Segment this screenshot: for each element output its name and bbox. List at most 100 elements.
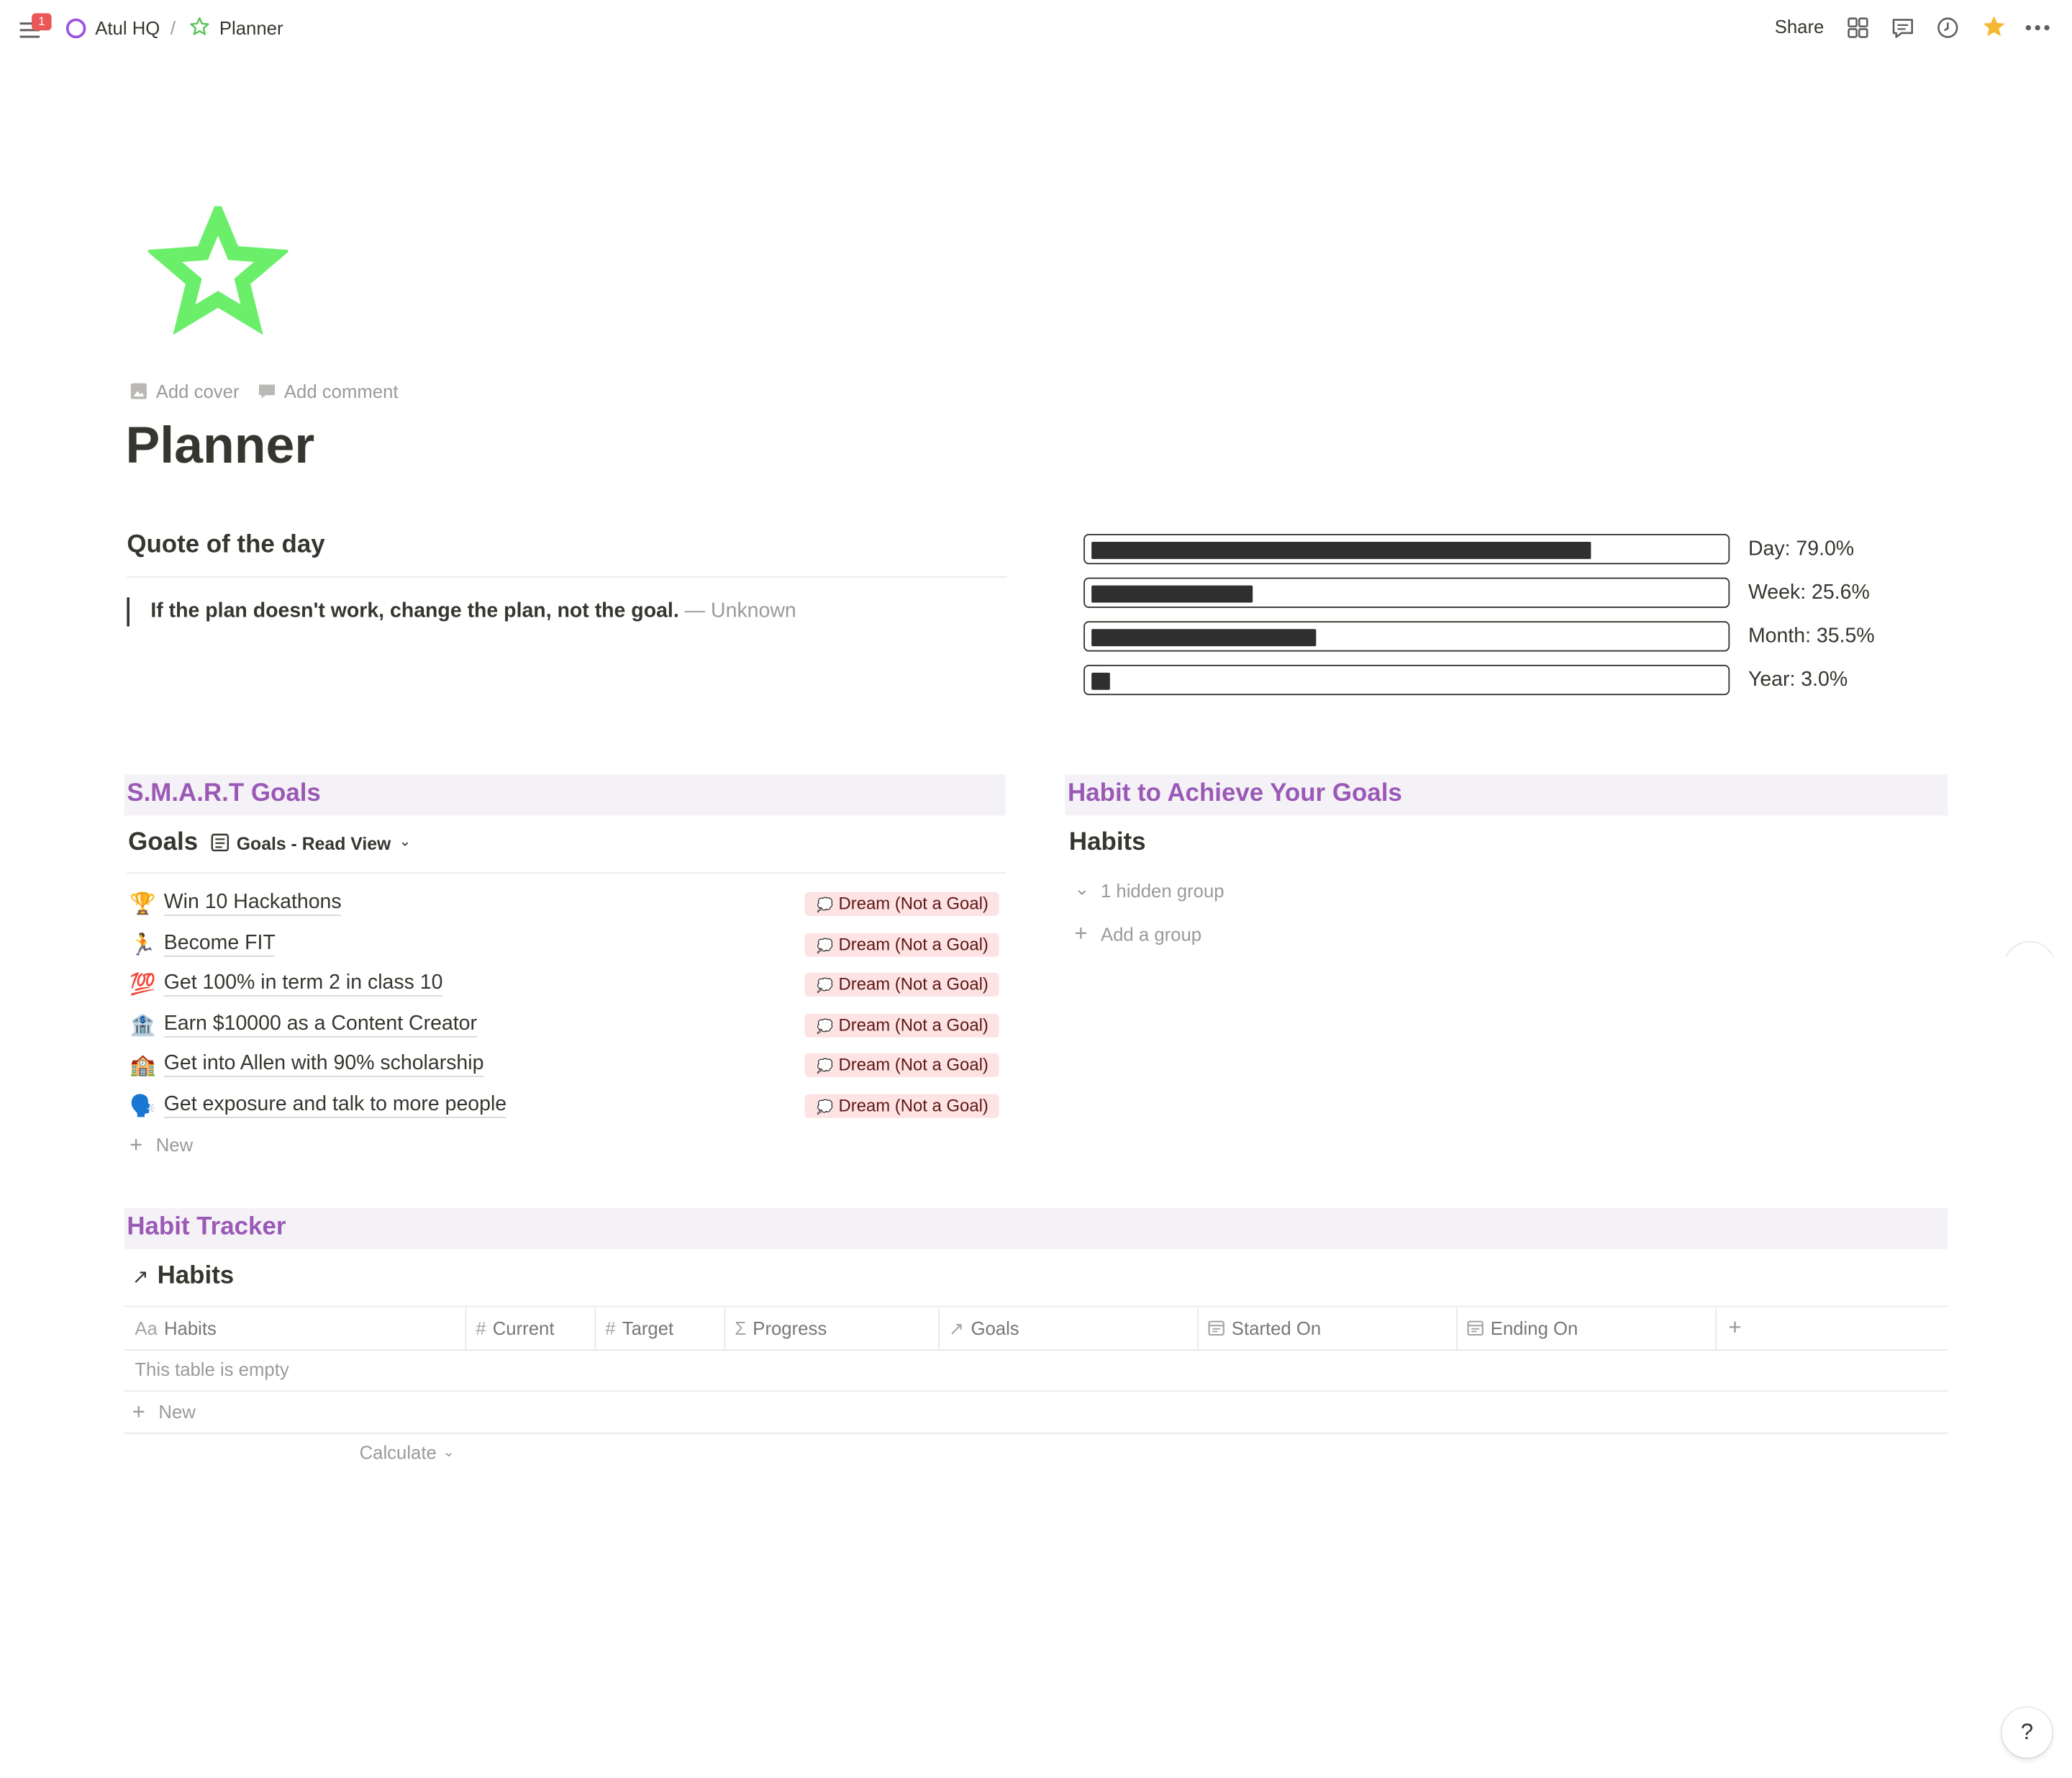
goal-status-tag: 💭 Dream (Not a Goal)	[804, 1012, 999, 1037]
goal-emoji-icon: 🏃	[129, 933, 156, 956]
goals-divider	[127, 872, 1006, 874]
progress-label: Month: 35.5%	[1748, 625, 1875, 648]
plus-icon: +	[129, 1133, 143, 1158]
goal-title[interactable]: Get into Allen with 90% scholarship	[163, 1051, 484, 1077]
share-button[interactable]: Share	[1775, 16, 1825, 37]
goal-emoji-icon: 🏫	[129, 1054, 156, 1077]
column-header-label: Habits	[163, 1317, 217, 1339]
add-column-icon[interactable]: +	[1728, 1315, 1741, 1342]
column-header-label: Progress	[753, 1317, 827, 1339]
view-selector[interactable]: Goals - Read View	[237, 834, 391, 854]
plus-icon: +	[132, 1400, 145, 1425]
goal-row[interactable]: 🏫 Get into Allen with 90% scholarship 💭 Dre…	[127, 1046, 1004, 1085]
page-title[interactable]: Planner	[125, 417, 314, 476]
column-separator[interactable]	[594, 1308, 596, 1350]
progress-bar-fill	[1091, 672, 1110, 690]
progress-label: Year: 3.0%	[1748, 668, 1848, 691]
thought-bubble-icon: 💭	[817, 1020, 834, 1035]
goal-emoji-icon: 🏆	[129, 893, 156, 916]
progress-bar-fill	[1091, 629, 1317, 647]
table-row-border	[124, 1390, 1948, 1392]
column-type-icon: #	[605, 1317, 616, 1339]
column-header[interactable]: Ending On	[1467, 1308, 1578, 1349]
thought-bubble-icon: 💭	[817, 898, 834, 914]
goal-status-label: Dream (Not a Goal)	[838, 1094, 989, 1115]
column-type-icon: ↗	[948, 1317, 965, 1339]
new-goal-button[interactable]: New	[156, 1134, 193, 1155]
goal-title[interactable]: Become FIT	[163, 930, 276, 956]
goal-title[interactable]: Earn $10000 as a Content Creator	[163, 1010, 477, 1037]
top-bar: 1 Atul HQ / Planner Share	[0, 0, 2072, 58]
habits-table-title[interactable]: Habits	[158, 1262, 235, 1291]
goal-row[interactable]: 🏃 Become FIT 💭 Dream (Not a Goal)	[127, 925, 1004, 964]
goal-row[interactable]: 🏆 Win 10 Hackathons 💭 Dream (Not a Goal)	[127, 884, 1004, 924]
column-separator[interactable]	[1456, 1308, 1458, 1350]
goal-status-label: Dream (Not a Goal)	[838, 1054, 989, 1075]
new-habit-button[interactable]: New	[158, 1401, 195, 1422]
column-separator[interactable]	[1197, 1308, 1199, 1350]
page: 1 Atul HQ / Planner Share Add cover Add …	[0, 0, 2072, 1777]
calculate-button[interactable]: Calculate	[360, 1442, 437, 1463]
column-header-label: Current	[492, 1317, 555, 1339]
comments-icon[interactable]	[1889, 13, 1917, 42]
notification-badge[interactable]: 1	[32, 13, 52, 31]
table-header-border	[124, 1349, 1948, 1351]
chevron-down-icon[interactable]: ⌄	[399, 833, 412, 850]
column-header-label: Goals	[971, 1317, 1019, 1339]
goal-title[interactable]: Get 100% in term 2 in class 10	[163, 970, 443, 997]
habits-board-title[interactable]: Habits	[1069, 829, 1146, 858]
thought-bubble-icon: 💭	[817, 1060, 834, 1075]
column-separator[interactable]	[465, 1308, 467, 1350]
progress-bar	[1083, 621, 1730, 652]
goal-title[interactable]: Get exposure and talk to more people	[163, 1091, 507, 1117]
add-cover-button[interactable]: Add cover	[156, 381, 240, 402]
goal-status-tag: 💭 Dream (Not a Goal)	[804, 972, 999, 997]
column-header[interactable]: Started On	[1208, 1308, 1321, 1349]
history-clock-icon[interactable]	[1933, 13, 1962, 42]
breadcrumb-separator: /	[170, 17, 176, 39]
goal-status-tag: 💭 Dream (Not a Goal)	[804, 932, 999, 956]
table-bottom-border	[124, 1432, 1948, 1434]
column-separator[interactable]	[938, 1308, 940, 1350]
favorite-star-icon[interactable]	[1979, 12, 2008, 41]
goal-row[interactable]: 🏦 Earn $10000 as a Content Creator 💭 Dream …	[127, 1005, 1004, 1045]
chevron-down-icon[interactable]: ⌄	[1074, 878, 1090, 900]
thought-bubble-icon: 💭	[817, 938, 834, 954]
column-header[interactable]: # Target	[605, 1308, 673, 1349]
goal-row[interactable]: 💯 Get 100% in term 2 in class 10 💭 Dream (N…	[127, 965, 1004, 1004]
add-group-button[interactable]: Add a group	[1101, 924, 1201, 945]
goal-status-tag: 💭 Dream (Not a Goal)	[804, 892, 999, 916]
scroll-button[interactable]	[2003, 940, 2056, 957]
quote-heading: Quote of the day	[127, 531, 325, 559]
layout-grid-icon[interactable]	[1843, 13, 1872, 42]
goal-title[interactable]: Win 10 Hackathons	[163, 889, 342, 916]
column-separator[interactable]	[724, 1308, 726, 1350]
quote-author: — Unknown	[684, 599, 796, 623]
habit-goals-heading: Habit to Achieve Your Goals	[1068, 779, 1402, 808]
habit-goals-heading-block: Habit to Achieve Your Goals	[1065, 774, 1948, 816]
add-comment-button[interactable]: Add comment	[284, 381, 399, 402]
quote-text: If the plan doesn't work, change the pla…	[150, 599, 679, 623]
goals-db-title[interactable]: Goals	[128, 829, 198, 858]
habit-tracker-heading: Habit Tracker	[127, 1213, 286, 1241]
column-header[interactable]: # Current	[476, 1308, 554, 1349]
chevron-down-icon[interactable]: ⌄	[442, 1443, 455, 1461]
progress-bar	[1083, 664, 1730, 696]
goal-row[interactable]: 🗣️ Get exposure and talk to more people 💭 D…	[127, 1086, 1004, 1125]
column-header[interactable]: ↗ Goals	[949, 1308, 1019, 1349]
goal-emoji-icon: 🏦	[129, 1014, 156, 1037]
goal-status-tag: 💭 Dream (Not a Goal)	[804, 1093, 999, 1117]
column-header[interactable]: Σ Progress	[735, 1308, 827, 1349]
help-button[interactable]: ?	[2001, 1707, 2053, 1758]
column-type-icon: Aa	[135, 1317, 158, 1339]
breadcrumb-workspace[interactable]: Atul HQ	[95, 17, 160, 38]
breadcrumb-page[interactable]: Planner	[219, 17, 283, 38]
goal-status-label: Dream (Not a Goal)	[838, 974, 989, 994]
more-options-icon[interactable]	[2023, 13, 2052, 42]
page-star-icon[interactable]	[145, 198, 291, 348]
image-icon	[130, 382, 148, 407]
goal-status-label: Dream (Not a Goal)	[838, 933, 989, 954]
column-header[interactable]: Aa Habits	[135, 1308, 217, 1349]
hidden-group-toggle[interactable]: 1 hidden group	[1101, 880, 1224, 901]
quote-bar	[127, 597, 130, 627]
